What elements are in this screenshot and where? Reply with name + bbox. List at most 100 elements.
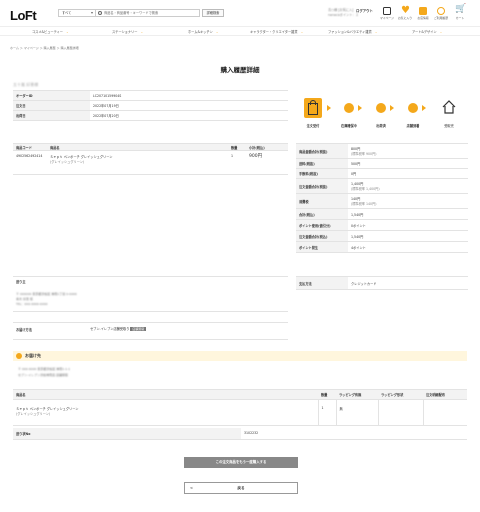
breadcrumb[interactable]: ホーム ＞ マイページ ＞ 購入履歴 ＞ 購入履歴詳細 (10, 46, 79, 50)
nav-home-kitchen[interactable]: ホーム&キッチン (188, 29, 218, 34)
col-wrap-shape: ラッピング形状 (378, 389, 423, 400)
price-value: 1,400円 (標準税率 1,400円) (348, 178, 468, 194)
reorder-button[interactable]: この注文商品をもう一度購入する (184, 457, 298, 468)
item-code: 4902562492414 (13, 150, 47, 175)
ship-item-wrap: 無 (335, 399, 378, 426)
ship-item-variant: (グレイッシュグリーン) (16, 412, 51, 416)
ship-item-shape (377, 399, 423, 426)
arrow-icon (390, 105, 394, 111)
shipment-items-table: 商品名 数量 ラッピング有無 ラッピング形状 注文明細配布 Ｓｅｐｔ ペンポーチ グレイ… (13, 389, 467, 426)
price-label: 商品金額合計(税抜) (296, 143, 348, 159)
price-label: ポイント使用(値引分) (296, 219, 348, 231)
price-label: ポイント発生 (296, 241, 348, 253)
price-value: 1,540円 (348, 230, 468, 242)
user-greeting: 青○様 [お気に入] nanacoポイント：エラー (328, 8, 358, 17)
receive-value: セブン-イレブン店舗受取り 店舗受取 (90, 326, 147, 331)
page-title: 購入履歴詳細 (220, 66, 260, 74)
heart-icon[interactable]: ♥ (401, 5, 410, 16)
price-label: 注文金額合計(税込) (296, 230, 348, 242)
price-label: 注文金額合計(税抜) (296, 178, 348, 194)
step-1-label: 注文受付 (306, 124, 320, 128)
price-value: 0円 (348, 168, 468, 179)
advanced-search-button[interactable]: 詳細検索 (202, 9, 224, 17)
order-id-label: オーダーID (13, 90, 90, 101)
shop-label[interactable]: お店情報 (413, 16, 433, 20)
cart-icon[interactable]: 🛒 (455, 4, 466, 14)
shop-icon[interactable] (419, 7, 427, 15)
col-name: 商品名 (13, 389, 318, 400)
price-label: 手数料(税抜) (296, 168, 348, 179)
step-4-dot (408, 103, 418, 113)
back-button[interactable]: 戻る (184, 482, 298, 494)
ship-date-value: 2022年07月20日 (90, 110, 288, 121)
col-name: 商品名 (47, 143, 228, 151)
nav-cosme[interactable]: コスメ&ビューティー (32, 29, 69, 34)
tracking-table: 送り状No 3102232 (13, 428, 467, 440)
col-wrapping: ラッピング有無 (336, 389, 378, 400)
destination-store: セブン-イレブン渋谷神南店 店舗受取 (18, 373, 69, 377)
nav-fashion[interactable]: ファッション&バラエティ雑貨 (328, 29, 377, 34)
col-slip: 注文明細配布 (423, 389, 467, 400)
favorites-label[interactable]: お気に入り (395, 16, 415, 20)
receive-method-section (13, 322, 288, 340)
receive-label: お届け方法 (16, 328, 32, 332)
order-id-value: LC20710159904S (90, 90, 288, 101)
payment-table: 支払方法 クレジットカード (296, 276, 468, 290)
customer-name: 五十嵐 好恵様 (13, 82, 39, 87)
order-date-label: 注文日 (13, 100, 90, 111)
col-qty: 数量 (228, 143, 246, 151)
user-icon[interactable] (383, 7, 391, 15)
history-icon[interactable] (437, 7, 445, 15)
step-2-label: 在庫確保中 (341, 124, 357, 128)
col-subtotal: 小計(税込) (246, 143, 288, 151)
sender-address: 〒 000000 東京都渋谷区 神南1丁目 0-0000 (16, 292, 77, 296)
ship-item-slip (422, 399, 467, 426)
nav-art-design[interactable]: アート&デザイン (412, 29, 442, 34)
price-value: 4ポイント (348, 241, 468, 253)
price-label: 消費税 (296, 193, 348, 209)
destination-header: お届け先 (13, 351, 467, 361)
price-label: 合計(税込) (296, 208, 348, 220)
price-sub: (標準税率 1,400円) (351, 187, 380, 191)
price-value: 1,540円 (348, 208, 468, 220)
home-icon (442, 100, 456, 114)
destination-address: 〒 000-0000 東京都渋谷区 神南1-1-1 (18, 367, 71, 371)
category-select[interactable]: すべて (58, 9, 96, 17)
arrow-icon (327, 105, 331, 111)
payment-label: 支払方法 (296, 276, 348, 290)
search-icon (98, 10, 102, 15)
sender-label: 送り主 (16, 280, 26, 284)
tracking-value[interactable]: 3102232 (241, 428, 467, 440)
col-code: 商品コード (13, 143, 47, 151)
logout-link[interactable]: ログアウト (356, 8, 373, 13)
sender-phone: TEL：000-0000-0000 (16, 302, 48, 306)
category-nav (0, 26, 480, 36)
order-info-table: オーダーID LC20710159904S 注文日 2022年07月19日 出荷日 2… (13, 90, 288, 121)
cart-label[interactable]: カート (450, 16, 470, 20)
step-1-bag-icon (304, 98, 322, 118)
arrow-icon (358, 105, 362, 111)
col-qty: 数量 (318, 389, 336, 400)
store-pickup-tag: 店舗受取 (130, 327, 147, 331)
search-input[interactable]: 商品名・商品番号・キーワードで検索 (96, 9, 200, 17)
price-value: 0ポイント (348, 219, 468, 231)
price-sub: (標準税率 140円) (351, 202, 377, 206)
receive-method: セブン-イレブン店舗受取り (90, 327, 130, 331)
nav-character[interactable]: キャラクター・クリエイター雑貨 (250, 29, 303, 34)
item-variant: (グレイッシュグリーン) (50, 160, 85, 164)
price-value: 500円 (348, 158, 468, 169)
price-label: 送料(税抜) (296, 158, 348, 169)
items-table: 商品コード 商品名 数量 小計(税込) 4902562492414 Ｓｅｐｔ ペンポー… (13, 143, 288, 175)
nav-stationery[interactable]: ステーショナリー (112, 29, 143, 34)
tracking-label: 送り状No (13, 428, 241, 440)
table-row: Ｓｅｐｔ ペンポーチ グレイッシュグリーン (グレイッシュグリーン) 1 無 (13, 399, 467, 426)
order-date-value: 2022年07月19日 (90, 100, 288, 111)
ship-item-qty: 1 (317, 399, 336, 426)
step-2-dot (344, 103, 354, 113)
arrow-icon (422, 105, 426, 111)
step-3-label: 出荷済 (376, 124, 386, 128)
table-row: 4902562492414 Ｓｅｐｔ ペンポーチ グレイッシュグリーン (グレイッ… (13, 150, 288, 175)
mypage-label[interactable]: マイページ (377, 16, 397, 20)
history-label[interactable]: ご利用履歴 (431, 16, 451, 20)
site-logo[interactable]: LoFt (10, 8, 37, 23)
